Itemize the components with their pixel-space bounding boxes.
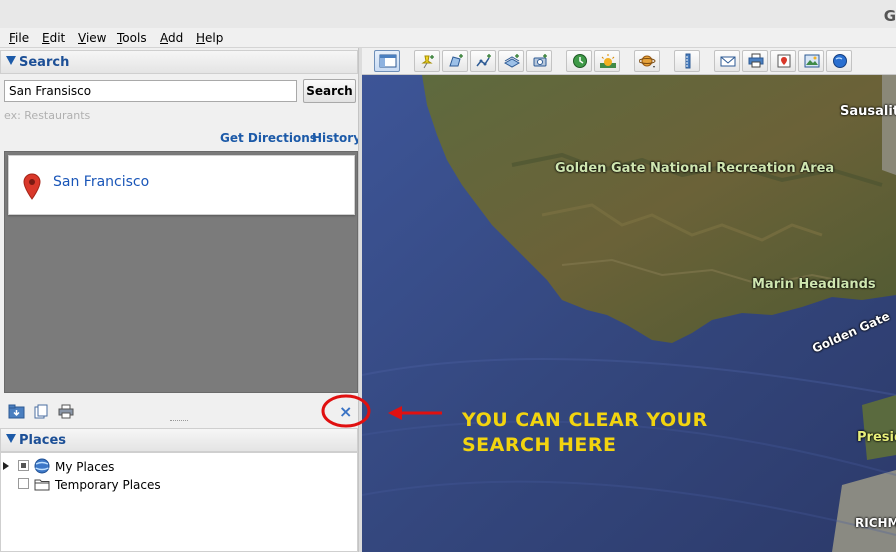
panel-resize-grip[interactable] xyxy=(170,420,188,422)
annotation-line-1: YOU CAN CLEAR YOUR xyxy=(462,409,708,431)
globe-icon xyxy=(34,458,50,474)
add-placemark-button[interactable] xyxy=(414,50,440,72)
app-brand-letter: G xyxy=(883,7,896,25)
sunlight-button[interactable] xyxy=(594,50,620,72)
menu-view[interactable]: View xyxy=(78,31,106,45)
view-in-maps-button[interactable] xyxy=(770,50,796,72)
map-label-presidio[interactable]: Presid xyxy=(857,430,896,445)
place-label[interactable]: Temporary Places xyxy=(55,478,161,492)
menu-add[interactable]: Add xyxy=(160,31,183,45)
toggle-sidebar-button[interactable] xyxy=(374,50,400,72)
image-icon xyxy=(804,54,820,68)
image-overlay-icon xyxy=(503,54,521,68)
title-bar: G xyxy=(0,0,896,28)
place-checkbox[interactable] xyxy=(18,478,29,489)
map-toolbar xyxy=(362,48,896,75)
collapse-triangle-icon[interactable] xyxy=(6,434,16,443)
printer-icon xyxy=(748,53,764,68)
history-link[interactable]: History xyxy=(312,131,361,145)
switch-planet-button[interactable] xyxy=(634,50,660,72)
earth-icon xyxy=(833,54,847,68)
map-label-richmond[interactable]: RICHM xyxy=(855,516,896,530)
search-button[interactable]: Search xyxy=(303,79,356,103)
polygon-icon xyxy=(449,54,463,67)
menu-edit[interactable]: Edit xyxy=(42,31,65,45)
folder-icon xyxy=(34,479,50,491)
sun-icon xyxy=(600,54,616,68)
print-button[interactable] xyxy=(742,50,768,72)
clear-search-button[interactable]: × xyxy=(339,402,352,421)
map-pin-icon xyxy=(23,173,41,200)
place-checkbox[interactable] xyxy=(18,460,29,471)
menu-file[interactable]: File xyxy=(9,31,29,45)
collapse-triangle-icon[interactable] xyxy=(6,56,16,65)
sidebar-layout-icon xyxy=(379,54,397,68)
camera-icon xyxy=(533,54,547,67)
map-view[interactable]: Sausalito Golden Gate National Recreatio… xyxy=(362,75,896,552)
satellite-imagery[interactable] xyxy=(362,75,896,552)
print-icon[interactable] xyxy=(58,404,74,419)
places-panel-header[interactable]: Places xyxy=(0,428,358,452)
add-path-button[interactable] xyxy=(470,50,496,72)
add-image-overlay-button[interactable] xyxy=(498,50,524,72)
map-label-sausalito[interactable]: Sausalito xyxy=(840,104,896,119)
pushpin-icon xyxy=(421,55,434,69)
places-tree: My Places Temporary Places xyxy=(0,452,358,552)
add-polygon-button[interactable] xyxy=(442,50,468,72)
copy-icon[interactable] xyxy=(34,404,48,419)
search-result-label[interactable]: San Francisco xyxy=(53,174,149,190)
place-label[interactable]: My Places xyxy=(55,460,114,474)
planet-icon xyxy=(639,55,656,68)
save-to-my-places-icon[interactable] xyxy=(8,404,25,419)
menu-tools[interactable]: Tools xyxy=(117,31,147,45)
menu-bar: File Edit View Tools Add Help xyxy=(0,28,896,48)
envelope-icon xyxy=(720,56,736,67)
search-panel-header[interactable]: Search xyxy=(0,50,358,74)
map-label-ggnra[interactable]: Golden Gate National Recreation Area xyxy=(555,161,834,176)
search-results-panel: San Francisco xyxy=(4,151,358,393)
clock-icon xyxy=(573,54,587,68)
email-button[interactable] xyxy=(714,50,740,72)
ruler-icon xyxy=(685,53,691,69)
get-directions-link[interactable]: Get Directions xyxy=(220,131,317,145)
path-icon xyxy=(476,54,491,67)
place-row-my-places[interactable]: My Places xyxy=(1,458,359,476)
expand-arrow-icon[interactable] xyxy=(3,462,9,470)
ruler-button[interactable] xyxy=(674,50,700,72)
map-label-marin-headlands[interactable]: Marin Headlands xyxy=(752,277,876,292)
maps-icon xyxy=(777,54,791,68)
annotation-text: YOU CAN CLEAR YOUR SEARCH HERE xyxy=(462,408,708,458)
place-row-temporary-places[interactable]: Temporary Places xyxy=(1,476,359,494)
menu-help[interactable]: Help xyxy=(196,31,223,45)
search-hint: ex: Restaurants xyxy=(4,109,91,122)
search-panel-title: Search xyxy=(19,55,70,70)
places-panel-title: Places xyxy=(19,433,67,448)
earth-gallery-button[interactable] xyxy=(826,50,852,72)
annotation-line-2: SEARCH HERE xyxy=(462,434,617,456)
historical-imagery-button[interactable] xyxy=(566,50,592,72)
search-result-item[interactable]: San Francisco xyxy=(8,155,355,215)
save-image-button[interactable] xyxy=(798,50,824,72)
sidebar: Search Search ex: Restaurants Get Direct… xyxy=(0,48,361,552)
search-input[interactable] xyxy=(4,80,297,102)
record-tour-button[interactable] xyxy=(526,50,552,72)
